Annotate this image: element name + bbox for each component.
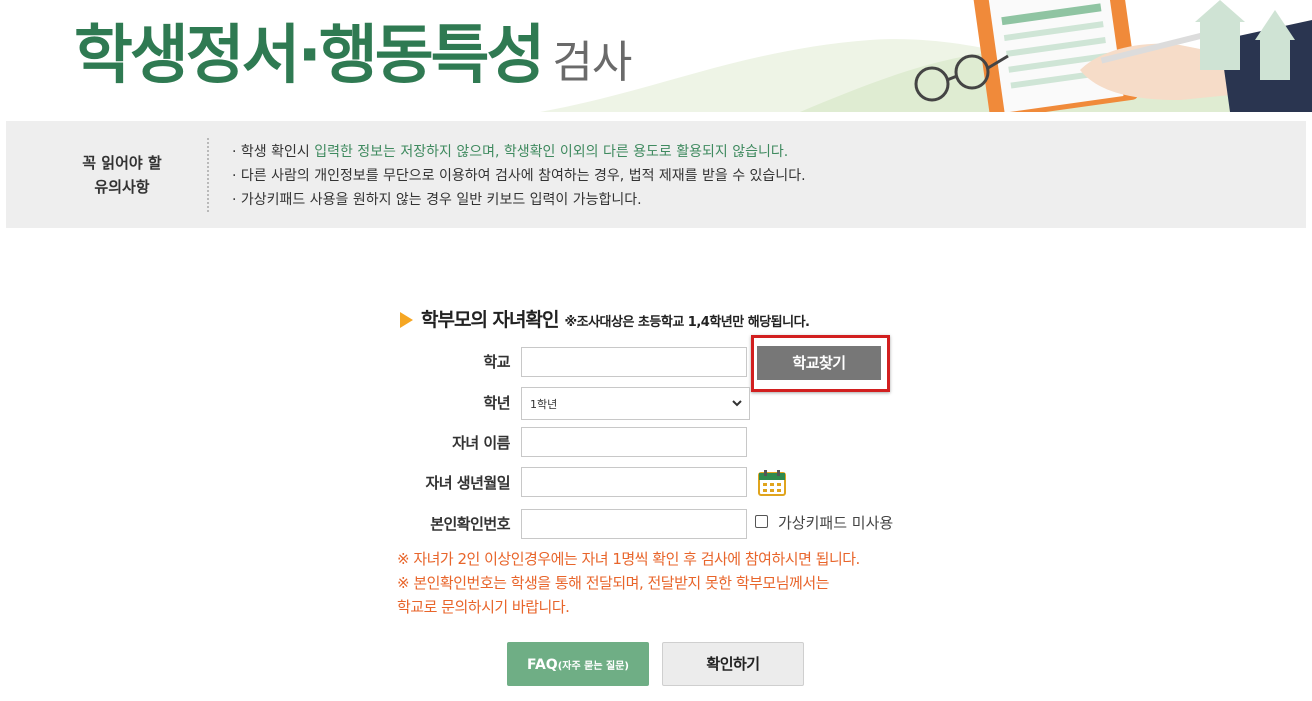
notice-item: · 학생 확인시 입력한 정보는 저장하지 않으며, 학생확인 이외의 다른 용…	[232, 140, 806, 164]
virtual-keypad-option[interactable]: 가상키패드 미사용	[755, 512, 893, 533]
section-note: ※조사대상은 초등학교 1,4학년만 해당됩니다.	[564, 315, 810, 330]
page-header: 학생정서·행동특성 검사	[0, 0, 1312, 112]
notice-box: 꼭 읽어야 할 유의사항 · 학생 확인시 입력한 정보는 저장하지 않으며, …	[6, 121, 1306, 228]
notice-item-highlight: 입력한 정보는 저장하지 않으며, 학생확인 이외의 다른 용도로 활용되지 않…	[314, 144, 789, 160]
notice-divider	[207, 138, 209, 212]
grade-select[interactable]: 1학년	[521, 387, 750, 420]
notice-item-text: · 학생 확인시	[232, 144, 315, 160]
section-title-text: 학부모의 자녀확인	[421, 309, 559, 331]
notice-label: 꼭 읽어야 할 유의사항	[66, 151, 178, 199]
child-name-input[interactable]	[521, 427, 747, 457]
grade-label: 학년	[483, 394, 510, 412]
notice-item: · 가상키패드 사용을 원하지 않는 경우 일반 키보드 입력이 가능합니다.	[232, 192, 642, 208]
triangle-bullet-icon	[400, 311, 413, 328]
school-input[interactable]	[521, 347, 747, 377]
page-title-main: 학생정서·행동특성	[74, 19, 545, 93]
virtual-keypad-checkbox[interactable]	[755, 515, 768, 528]
school-label: 학교	[483, 353, 510, 371]
warning-text: 학교로 문의하시기 바랍니다.	[397, 598, 570, 616]
notice-list: · 학생 확인시 입력한 정보는 저장하지 않으며, 학생확인 이외의 다른 용…	[232, 140, 806, 212]
notice-label-line1: 꼭 읽어야 할	[82, 154, 162, 172]
faq-button[interactable]: FAQ(자주 묻는 질문)	[507, 642, 649, 686]
notice-label-line2: 유의사항	[94, 178, 150, 196]
birthdate-label: 자녀 생년월일	[425, 474, 510, 492]
section-title: 학부모의 자녀확인 ※조사대상은 초등학교 1,4학년만 해당됩니다.	[400, 305, 810, 332]
header-illustration	[540, 0, 1312, 112]
child-name-label: 자녀 이름	[452, 434, 510, 452]
grade-select-value: 1학년	[530, 398, 558, 411]
calendar-icon[interactable]	[758, 470, 786, 496]
warning-text: ※ 자녀가 2인 이상인경우에는 자녀 1명씩 확인 후 검사에 참여하시면 됩…	[397, 550, 860, 568]
birthdate-input[interactable]	[521, 467, 747, 497]
virtual-keypad-label: 가상키패드 미사용	[778, 514, 894, 532]
id-code-input[interactable]	[521, 509, 747, 539]
notice-item: · 다른 사람의 개인정보를 무단으로 이용하여 검사에 참여하는 경우, 법적…	[232, 168, 806, 184]
chevron-down-icon	[732, 400, 742, 407]
find-school-button[interactable]: 학교찾기	[757, 346, 881, 380]
confirm-button[interactable]: 확인하기	[662, 642, 804, 686]
faq-button-label: FAQ	[526, 657, 558, 673]
faq-button-sub: (자주 묻는 질문)	[557, 661, 629, 672]
warning-text: ※ 본인확인번호는 학생을 통해 전달되며, 전달받지 못한 학부모님께서는	[397, 574, 829, 592]
id-code-label: 본인확인번호	[430, 515, 510, 533]
